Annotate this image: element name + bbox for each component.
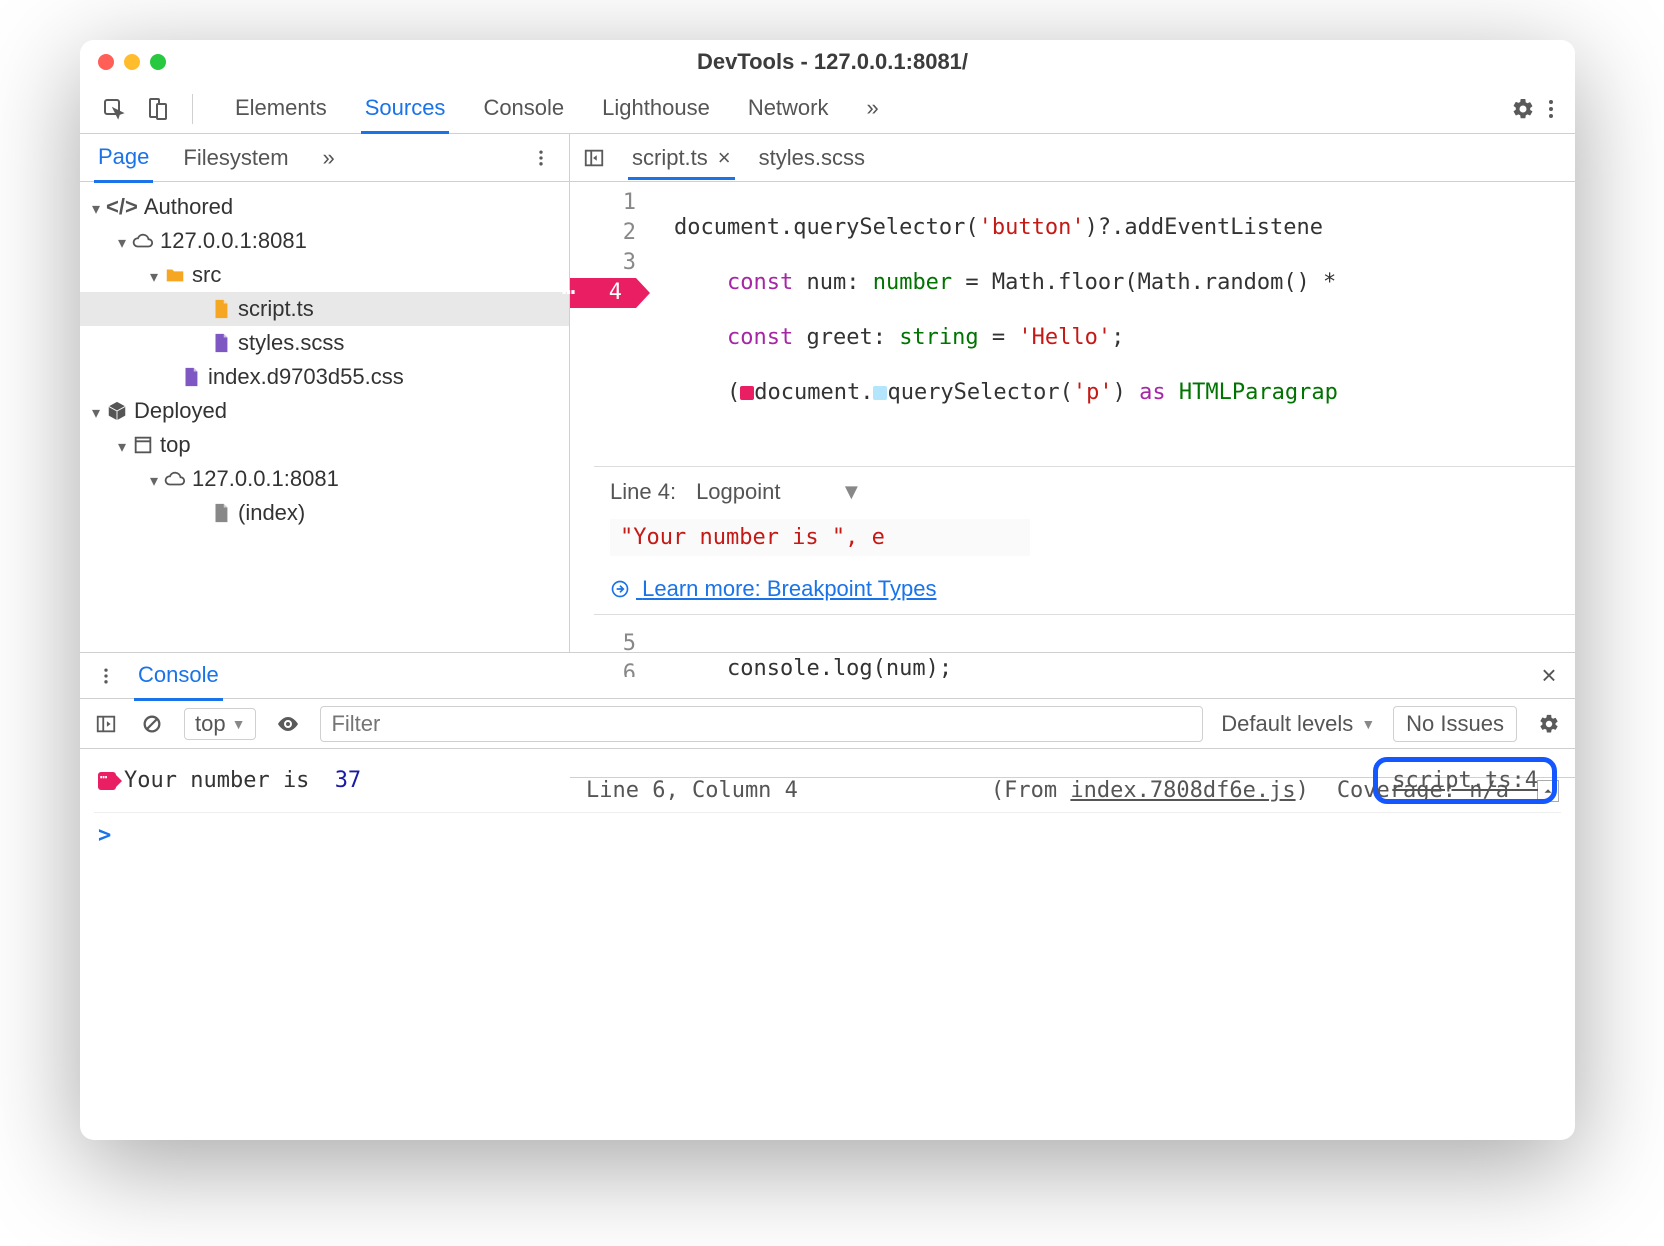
logpoint-marker-line-4[interactable]: 4: [570, 278, 636, 308]
settings-gear-icon[interactable]: [1509, 95, 1537, 123]
logpoint-expression-input[interactable]: [610, 519, 1030, 556]
navigator-tab-page[interactable]: Page: [94, 134, 153, 183]
dropdown-triangle-icon: ▼: [840, 479, 862, 505]
cloud-icon: [164, 468, 186, 490]
tab-elements[interactable]: Elements: [231, 85, 331, 133]
close-window-button[interactable]: [98, 54, 114, 70]
file-icon: [180, 366, 202, 388]
dropdown-triangle-icon: ▼: [232, 716, 246, 732]
file-icon: [210, 298, 232, 320]
tree-authored-group[interactable]: </> Authored: [80, 190, 569, 224]
toggle-navigator-icon[interactable]: [580, 144, 608, 172]
sources-main-area: </> Authored 127.0.0.1:8081 src script.t…: [80, 182, 1575, 652]
drawer-more-icon[interactable]: [92, 662, 120, 690]
tree-top-frame[interactable]: top: [80, 428, 569, 462]
tab-network[interactable]: Network: [744, 85, 833, 133]
annotation-highlight: script.ts:4: [1373, 757, 1557, 804]
window-title: DevTools - 127.0.0.1:8081/: [166, 49, 1575, 75]
editor-gutter[interactable]: 1 2 3 4: [570, 182, 650, 458]
tab-lighthouse[interactable]: Lighthouse: [598, 85, 714, 133]
log-message-value: 37: [335, 768, 362, 793]
tab-sources[interactable]: Sources: [361, 85, 450, 134]
editor-tab-label: script.ts: [632, 145, 708, 171]
breakpoint-line-label: Line 4:: [610, 479, 676, 505]
navigator-more-icon[interactable]: [527, 144, 555, 172]
tree-file-index[interactable]: (index): [80, 496, 569, 530]
drawer-tab-console[interactable]: Console: [134, 652, 223, 701]
folder-icon: [164, 264, 186, 286]
console-filter-input[interactable]: [320, 706, 1203, 742]
sources-sub-tabs: Page Filesystem » script.ts × styles.scs…: [80, 134, 1575, 182]
navigator-tab-filesystem[interactable]: Filesystem: [179, 135, 292, 181]
more-options-icon[interactable]: [1537, 95, 1565, 123]
panel-tab-strip: Elements Sources Console Lighthouse Netw…: [80, 84, 1575, 134]
deployed-box-icon: [106, 400, 128, 422]
breakpoint-type-select[interactable]: Logpoint ▼: [696, 479, 862, 505]
logpoint-badge-icon: [98, 772, 116, 790]
log-source-link[interactable]: script.ts:4: [1392, 768, 1538, 793]
console-log-row: Your number is 37 script.ts:4: [94, 749, 1561, 813]
clear-console-icon[interactable]: [138, 710, 166, 738]
log-message-text: Your number is: [124, 768, 323, 793]
close-tab-icon[interactable]: ×: [718, 145, 731, 171]
tree-host[interactable]: 127.0.0.1:8081: [80, 224, 569, 258]
toggle-sidebar-icon[interactable]: [92, 710, 120, 738]
console-toolbar: top ▼ Default levels ▼ No Issues: [80, 699, 1575, 749]
tree-file-script[interactable]: script.ts: [80, 292, 569, 326]
prompt-chevron-icon: >: [98, 823, 111, 848]
code-editor: 1 2 3 4 document.querySelector('button')…: [570, 182, 1575, 652]
issues-button[interactable]: No Issues: [1393, 706, 1517, 742]
console-drawer: Console × top ▼ Default levels ▼ N: [80, 652, 1575, 878]
minimize-window-button[interactable]: [124, 54, 140, 70]
console-settings-gear-icon[interactable]: [1535, 710, 1563, 738]
tree-folder-src[interactable]: src: [80, 258, 569, 292]
tree-host-deployed[interactable]: 127.0.0.1:8081: [80, 462, 569, 496]
file-icon: [210, 332, 232, 354]
tab-console[interactable]: Console: [479, 85, 568, 133]
frame-icon: [132, 434, 154, 456]
learn-more-link[interactable]: Learn more: Breakpoint Types: [610, 576, 936, 601]
context-selector[interactable]: top ▼: [184, 708, 256, 740]
devtools-window: DevTools - 127.0.0.1:8081/ Elements Sour…: [80, 40, 1575, 1140]
close-drawer-icon[interactable]: ×: [1535, 662, 1563, 690]
device-toolbar-icon[interactable]: [144, 95, 172, 123]
tree-file-indexcss[interactable]: index.d9703d55.css: [80, 360, 569, 394]
live-expression-icon[interactable]: [274, 710, 302, 738]
traffic-lights: [80, 54, 166, 70]
dropdown-triangle-icon: ▼: [1361, 716, 1375, 732]
code-brackets-icon: </>: [106, 194, 138, 220]
console-prompt[interactable]: >: [94, 813, 1561, 858]
editor-tab-label: styles.scss: [759, 145, 865, 171]
inspect-element-icon[interactable]: [100, 95, 128, 123]
navigator-overflow[interactable]: »: [319, 135, 339, 181]
editor-tab-styles[interactable]: styles.scss: [755, 139, 869, 177]
titlebar: DevTools - 127.0.0.1:8081/: [80, 40, 1575, 84]
breakpoint-editor: Line 4: Logpoint ▼ Learn more: Breakpoin…: [594, 466, 1575, 615]
code-content[interactable]: document.querySelector('button')?.addEve…: [650, 182, 1575, 458]
tree-file-styles[interactable]: styles.scss: [80, 326, 569, 360]
cloud-icon: [132, 230, 154, 252]
log-levels-select[interactable]: Default levels ▼: [1221, 711, 1375, 737]
tabs-overflow-button[interactable]: »: [863, 85, 883, 133]
file-icon: [210, 502, 232, 524]
zoom-window-button[interactable]: [150, 54, 166, 70]
file-navigator: </> Authored 127.0.0.1:8081 src script.t…: [80, 182, 570, 652]
tree-deployed-group[interactable]: Deployed: [80, 394, 569, 428]
editor-tab-script[interactable]: script.ts ×: [628, 139, 735, 180]
console-body: Your number is 37 script.ts:4 >: [80, 749, 1575, 878]
